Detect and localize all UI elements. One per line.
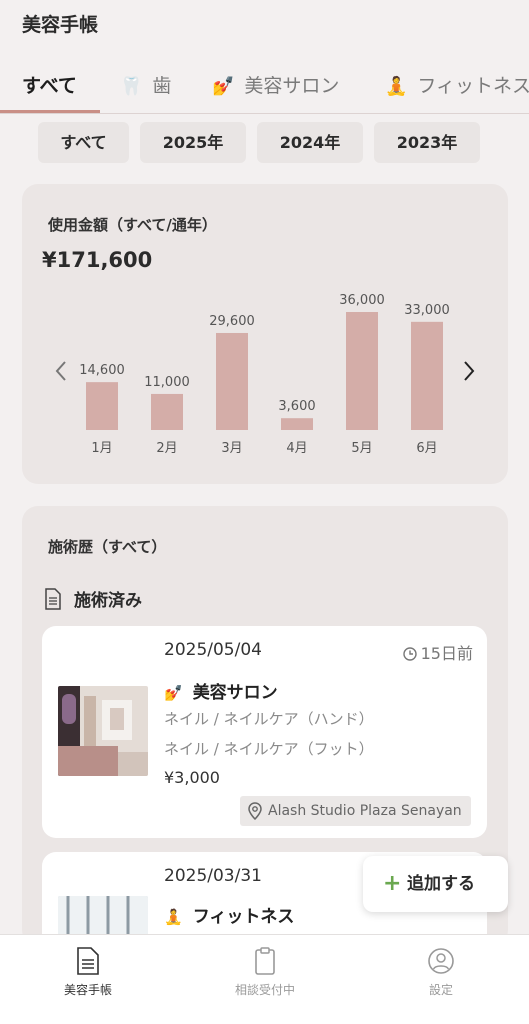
tab-label: 美容サロン: [244, 75, 340, 97]
nav-consultation[interactable]: 相談受付中: [205, 947, 325, 998]
record-location-text: Alash Studio Plaza Senayan: [268, 803, 462, 819]
year-filter-2024[interactable]: 2024年: [257, 122, 363, 163]
document-icon: [45, 588, 61, 610]
chart-bar: [216, 332, 248, 430]
bar-value-label: 36,000: [339, 293, 385, 308]
tab-label: すべて: [22, 75, 77, 97]
clock-icon: [402, 647, 417, 661]
record-price: ¥3,000: [164, 768, 220, 787]
page-title: 美容手帳: [22, 14, 99, 36]
year-filter-row: すべて 2025年 2024年 2023年: [0, 122, 529, 164]
record-ago-text: 15日前: [420, 644, 473, 663]
notebook-icon: [77, 947, 99, 975]
x-tick-label: 3月: [221, 441, 242, 456]
tab-label: フィットネス: [417, 75, 529, 97]
salon-photo: [58, 686, 148, 776]
record-date: 2025/05/04: [164, 640, 262, 660]
bar-value-label: 29,600: [209, 314, 255, 329]
year-filter-all[interactable]: すべて: [38, 122, 129, 163]
yoga-icon: 🧘: [385, 76, 408, 97]
chart-bar: [411, 321, 443, 430]
record-category: 🧘 フィットネス: [164, 902, 294, 927]
record-date: 2025/03/31: [164, 866, 262, 886]
nav-settings[interactable]: 設定: [381, 947, 501, 998]
history-title: 施術歴（すべて）: [48, 538, 167, 556]
nav-label: 設定: [428, 983, 453, 997]
chart-bar: [346, 312, 378, 430]
x-tick-label: 6月: [416, 441, 437, 456]
record-location[interactable]: Alash Studio Plaza Senayan: [240, 796, 471, 826]
nail-polish-icon: 💅: [164, 684, 183, 702]
tab-beauty-salon[interactable]: 💅 美容サロン: [212, 58, 340, 113]
record-category-label: フィットネス: [192, 907, 295, 927]
map-pin-icon: [248, 802, 262, 820]
nav-label: 相談受付中: [234, 983, 295, 997]
treatment-record[interactable]: 2025/05/04 15日前 💅 美容サロン ネイル / ネイルケア（ハンド）: [42, 626, 487, 838]
nav-label: 美容手帳: [63, 983, 112, 997]
x-tick-label: 1月: [91, 441, 112, 456]
chart-bar: [281, 418, 313, 430]
year-filter-2025[interactable]: 2025年: [140, 122, 246, 163]
chart-bar: [151, 393, 183, 430]
record-elapsed: 15日前: [402, 640, 473, 664]
completed-label: 施術済み: [74, 591, 142, 611]
record-service-line: ネイル / ネイルケア（フット）: [164, 740, 374, 758]
spending-card: 使用金額（すべて/通年） ¥171,600 14,600 1月 11,000 2月 29…: [22, 184, 508, 484]
chart-bar: [86, 382, 118, 430]
tab-fitness[interactable]: 🧘 フィットネス: [385, 58, 529, 113]
yoga-icon: 🧘: [164, 908, 183, 926]
tooth-icon: 🦷: [120, 76, 143, 97]
bottom-navigation: 美容手帳 相談受付中 設定: [0, 934, 529, 1024]
spending-total: ¥171,600: [42, 248, 153, 272]
bar-value-label: 3,600: [278, 399, 315, 414]
active-tab-indicator: [0, 110, 100, 113]
user-circle-icon: [428, 948, 454, 974]
tab-all[interactable]: すべて: [22, 58, 77, 113]
monthly-spending-chart: 14,600 1月 11,000 2月 29,600 3月 3,600 4月 36,000 5月 3…: [22, 284, 508, 464]
plus-icon: +: [383, 871, 402, 896]
record-category-label: 美容サロン: [192, 683, 278, 703]
clipboard-icon: [255, 947, 275, 975]
record-category: 💅 美容サロン: [164, 678, 278, 703]
bar-value-label: 33,000: [404, 303, 450, 318]
record-service-line: ネイル / ネイルケア（ハンド）: [164, 710, 374, 728]
x-tick-label: 2月: [156, 441, 177, 456]
bar-value-label: 14,600: [79, 363, 125, 378]
add-record-button[interactable]: + 追加する: [363, 856, 508, 912]
app-header: 美容手帳: [0, 0, 529, 50]
add-button-label: 追加する: [407, 874, 475, 894]
nail-polish-icon: 💅: [212, 76, 235, 97]
nav-beauty-notebook[interactable]: 美容手帳: [28, 947, 148, 998]
category-tabs: すべて 🦷 歯 💅 美容サロン 🧘 フィットネス: [0, 58, 529, 114]
x-tick-label: 4月: [286, 441, 307, 456]
bar-value-label: 11,000: [144, 375, 190, 390]
chevron-right-icon[interactable]: [454, 354, 484, 394]
tab-label: 歯: [152, 75, 172, 97]
x-tick-label: 5月: [351, 441, 372, 456]
tab-dental[interactable]: 🦷 歯: [120, 58, 172, 113]
bar-chart-svg: 14,600 1月 11,000 2月 29,600 3月 3,600 4月 36,000 5月 3…: [79, 293, 450, 456]
year-filter-2023[interactable]: 2023年: [374, 122, 480, 163]
spending-title: 使用金額（すべて/通年）: [48, 216, 217, 234]
